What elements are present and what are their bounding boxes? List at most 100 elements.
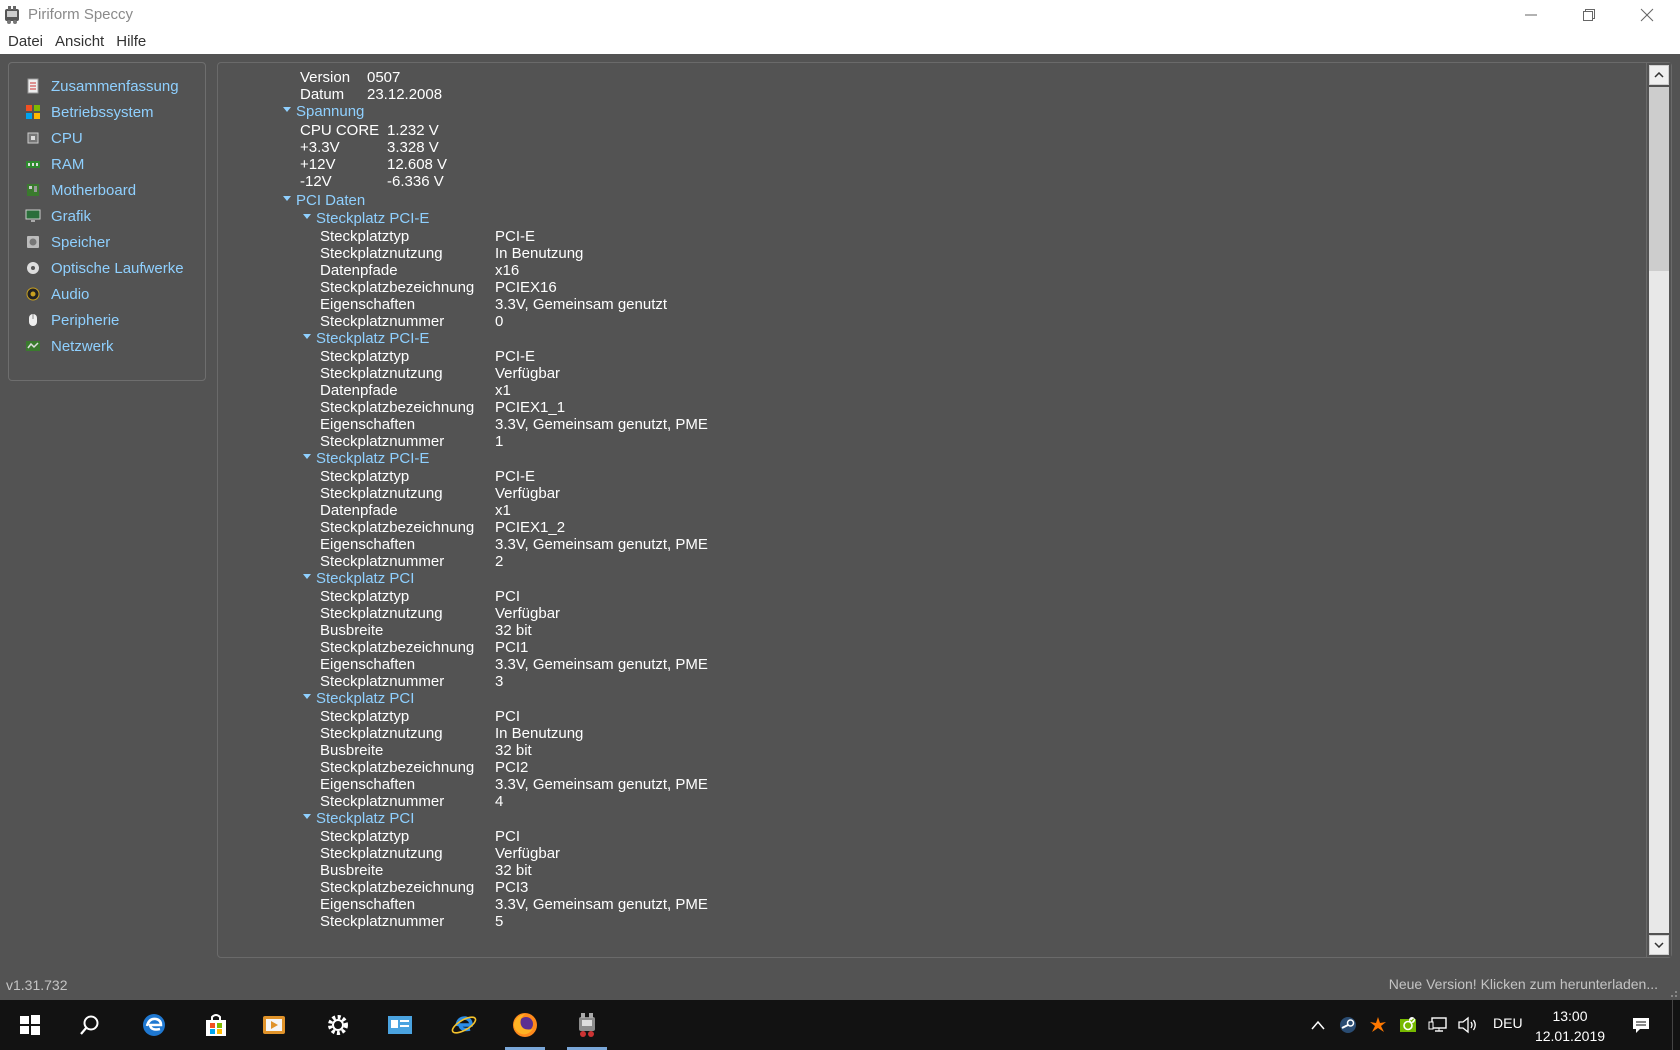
clock-time: 13:00 <box>1552 1008 1588 1024</box>
section-pci-slot[interactable]: Steckplatz PCI <box>303 690 414 708</box>
sidebar-item-label: Audio <box>51 285 90 303</box>
property-key: Steckplatznutzung <box>320 725 443 742</box>
scroll-up-button[interactable] <box>1649 65 1669 85</box>
property-value: Verfügbar <box>495 605 561 622</box>
sidebar-item-audio[interactable]: Audio <box>9 281 205 307</box>
collapse-icon <box>283 106 291 112</box>
update-link[interactable]: Neue Version! Klicken zum herunterladen.… <box>1389 976 1658 992</box>
menu-hilfe[interactable]: Hilfe <box>111 29 151 54</box>
tray-network[interactable] <box>1426 1000 1450 1050</box>
taskbar-clock[interactable]: 13:00 12.01.2019 <box>1530 1006 1610 1046</box>
action-center-button[interactable] <box>1624 1000 1658 1050</box>
tray-volume[interactable] <box>1456 1000 1480 1050</box>
taskbar-media-player[interactable] <box>246 1000 302 1050</box>
property-key: Version <box>300 69 351 86</box>
property-value: 1 <box>495 433 504 450</box>
section-pci-slot[interactable]: Steckplatz PCI-E <box>303 450 429 468</box>
property-key: +12V <box>300 156 336 173</box>
property-key: Steckplatznummer <box>320 913 445 930</box>
property-key: Steckplatztyp <box>320 468 410 485</box>
property-key: Steckplatznutzung <box>320 365 443 382</box>
section-pci-daten[interactable]: PCI Daten <box>283 192 365 210</box>
input-language[interactable]: DEU <box>1493 1015 1523 1031</box>
menu-ansicht[interactable]: Ansicht <box>50 29 109 54</box>
window-title: Piriform Speccy <box>28 6 134 23</box>
property-key: Eigenschaften <box>320 776 416 793</box>
taskbar-speccy[interactable] <box>559 1000 615 1050</box>
menu-bar: Datei Ansicht Hilfe <box>0 29 1680 54</box>
taskbar-internet-explorer[interactable] <box>436 1000 492 1050</box>
section-title: Steckplatz PCI <box>316 570 415 587</box>
taskbar-store[interactable] <box>188 1000 244 1050</box>
property-key: +3.3V <box>300 139 340 156</box>
tray-show-hidden[interactable] <box>1306 1000 1330 1050</box>
property-value: 3.3V, Gemeinsam genutzt, PME <box>495 536 708 553</box>
sidebar-item-speicher[interactable]: Speicher <box>9 229 205 255</box>
close-button[interactable] <box>1618 0 1676 29</box>
property-value: 32 bit <box>495 742 532 759</box>
vertical-scrollbar[interactable] <box>1646 63 1671 957</box>
sidebar-item-zusammenfassung[interactable]: Zusammenfassung <box>9 73 205 99</box>
sidebar-item-cpu[interactable]: CPU <box>9 125 205 151</box>
property-key: Eigenschaften <box>320 896 416 913</box>
section-pci-slot[interactable]: Steckplatz PCI <box>303 570 414 588</box>
tray-avast[interactable] <box>1366 1000 1390 1050</box>
section-spannung[interactable]: Spannung <box>283 103 364 121</box>
sidebar-item-optische-laufwerke[interactable]: Optische Laufwerke <box>9 255 205 281</box>
property-key: Steckplatznummer <box>320 673 445 690</box>
minimize-button[interactable] <box>1502 0 1560 29</box>
property-key: Datenpfade <box>320 262 398 279</box>
property-value: In Benutzung <box>495 725 584 742</box>
status-bar: v1.31.732 Neue Version! Klicken zum heru… <box>0 970 1680 1000</box>
mouse-icon <box>29 314 37 326</box>
property-key: Steckplatztyp <box>320 708 410 725</box>
taskbar-settings[interactable] <box>310 1000 366 1050</box>
property-value: PCI-E <box>495 348 536 365</box>
section-pci-slot[interactable]: Steckplatz PCI-E <box>303 210 429 228</box>
sidebar-item-motherboard[interactable]: Motherboard <box>9 177 205 203</box>
scroll-thumb[interactable] <box>1649 87 1669 271</box>
property-value: PCIEX1_2 <box>495 519 566 536</box>
property-key: Steckplatzbezeichnung <box>320 519 475 536</box>
sidebar-item-netzwerk[interactable]: Netzwerk <box>9 333 205 359</box>
restore-button[interactable] <box>1560 0 1618 29</box>
sidebar-item-grafik[interactable]: Grafik <box>9 203 205 229</box>
property-value: 23.12.2008 <box>367 86 443 103</box>
menu-datei[interactable]: Datei <box>3 29 48 54</box>
sidebar-item-peripherie[interactable]: Peripherie <box>9 307 205 333</box>
section-title: Steckplatz PCI <box>316 690 415 707</box>
settings-icon <box>328 1015 348 1035</box>
clock-date: 12.01.2019 <box>1534 1028 1606 1044</box>
property-value: 3.3V, Gemeinsam genutzt, PME <box>495 896 708 913</box>
cpu-icon <box>27 132 39 144</box>
show-desktop-divider[interactable] <box>1672 1000 1673 1050</box>
property-value: 2 <box>495 553 504 570</box>
tray-steam[interactable] <box>1336 1000 1360 1050</box>
sidebar-item-label: Optische Laufwerke <box>51 259 184 277</box>
section-pci-slot[interactable]: Steckplatz PCI <box>303 810 414 828</box>
sidebar-item-betriebssystem[interactable]: Betriebssystem <box>9 99 205 125</box>
taskbar-firefox[interactable] <box>497 1000 553 1050</box>
tray-nvidia[interactable] <box>1396 1000 1420 1050</box>
firefox-icon <box>513 1013 537 1037</box>
search-icon <box>80 1015 99 1035</box>
sidebar-item-label: Peripherie <box>51 311 120 329</box>
property-value: In Benutzung <box>495 245 584 262</box>
section-title: PCI Daten <box>296 192 366 209</box>
sidebar-item-ram[interactable]: RAM <box>9 151 205 177</box>
volume-icon <box>1458 1016 1476 1034</box>
property-key: Datenpfade <box>320 502 398 519</box>
media-player-icon <box>263 1016 285 1034</box>
resize-grip-icon[interactable] <box>1666 986 1678 998</box>
taskbar-edge[interactable] <box>126 1000 182 1050</box>
taskbar-contacts[interactable] <box>372 1000 428 1050</box>
property-key: Steckplatznutzung <box>320 485 443 502</box>
section-pci-slot[interactable]: Steckplatz PCI-E <box>303 330 429 348</box>
scroll-down-button[interactable] <box>1649 935 1669 955</box>
windows-icon <box>26 105 40 119</box>
start-button[interactable] <box>2 1000 58 1050</box>
property-value: 5 <box>495 913 504 930</box>
property-key: Steckplatznummer <box>320 553 445 570</box>
search-button[interactable] <box>62 1000 118 1050</box>
section-title: Steckplatz PCI-E <box>316 330 430 347</box>
